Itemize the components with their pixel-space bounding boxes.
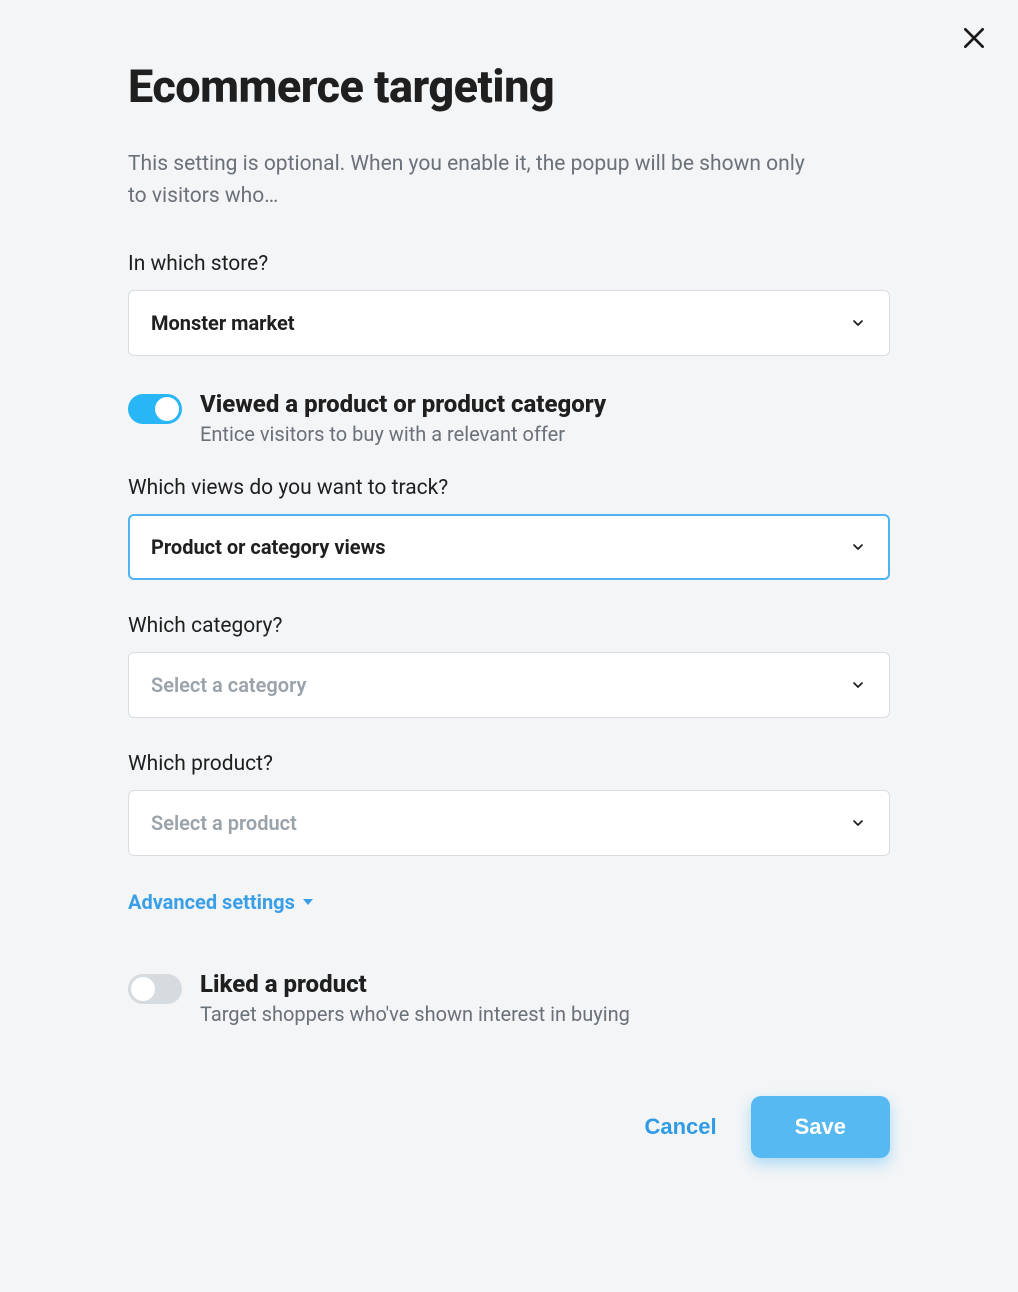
views-select[interactable]: Product or category views (128, 514, 890, 580)
views-select-value: Product or category views (151, 535, 849, 559)
product-label: Which product? (128, 752, 890, 776)
cancel-button[interactable]: Cancel (644, 1114, 716, 1140)
liked-product-toggle-row: Liked a product Target shoppers who've s… (128, 970, 890, 1026)
advanced-settings-label: Advanced settings (128, 890, 295, 914)
close-icon (961, 25, 987, 51)
liked-product-title: Liked a product (200, 970, 890, 998)
liked-product-content: Liked a product Target shoppers who've s… (200, 970, 890, 1026)
close-button[interactable] (958, 22, 990, 54)
product-select-placeholder: Select a product (151, 811, 849, 835)
modal-footer: Cancel Save (128, 1096, 890, 1158)
store-field: In which store? Monster market (128, 252, 890, 356)
toggle-knob (131, 977, 155, 1001)
chevron-down-icon (849, 676, 867, 694)
category-select-placeholder: Select a category (151, 673, 849, 697)
advanced-settings-link[interactable]: Advanced settings (128, 890, 313, 914)
product-select[interactable]: Select a product (128, 790, 890, 856)
chevron-down-icon (849, 538, 867, 556)
ecommerce-targeting-modal: Ecommerce targeting This setting is opti… (0, 0, 1018, 1198)
store-label: In which store? (128, 252, 890, 276)
liked-product-toggle[interactable] (128, 974, 182, 1004)
category-field: Which category? Select a category (128, 614, 890, 718)
category-select[interactable]: Select a category (128, 652, 890, 718)
viewed-product-subtitle: Entice visitors to buy with a relevant o… (200, 422, 890, 446)
store-select[interactable]: Monster market (128, 290, 890, 356)
viewed-product-content: Viewed a product or product category Ent… (200, 390, 890, 446)
liked-product-subtitle: Target shoppers who've shown interest in… (200, 1002, 890, 1026)
chevron-down-icon (849, 314, 867, 332)
viewed-product-toggle-row: Viewed a product or product category Ent… (128, 390, 890, 446)
views-label: Which views do you want to track? (128, 476, 890, 500)
chevron-down-icon (849, 814, 867, 832)
views-field: Which views do you want to track? Produc… (128, 476, 890, 580)
save-button[interactable]: Save (751, 1096, 890, 1158)
caret-down-icon (303, 899, 313, 905)
category-label: Which category? (128, 614, 890, 638)
toggle-knob (155, 397, 179, 421)
store-select-value: Monster market (151, 311, 849, 335)
page-description: This setting is optional. When you enabl… (128, 149, 828, 212)
viewed-product-title: Viewed a product or product category (200, 390, 890, 418)
viewed-product-toggle[interactable] (128, 394, 182, 424)
page-title: Ecommerce targeting (128, 60, 890, 113)
product-field: Which product? Select a product (128, 752, 890, 856)
